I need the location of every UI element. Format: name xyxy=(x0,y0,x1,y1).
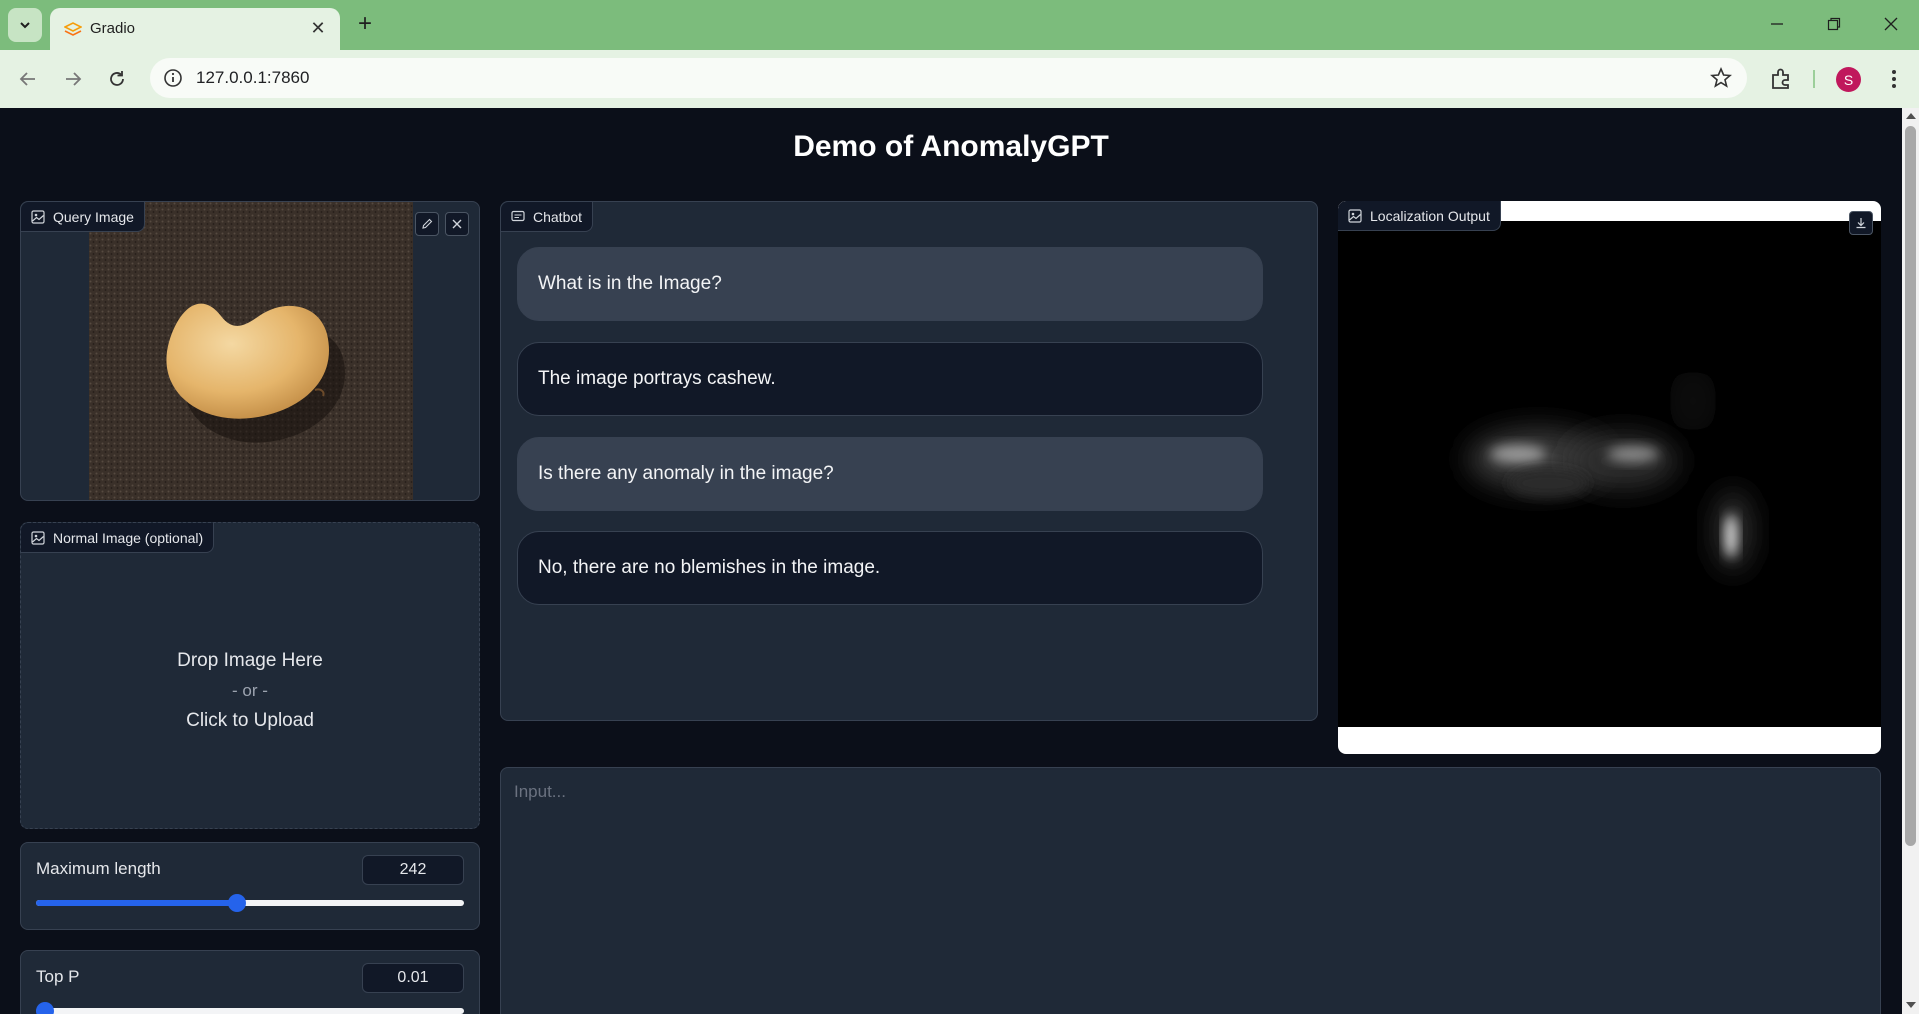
query-image-label: Query Image xyxy=(21,202,145,232)
message-input[interactable] xyxy=(501,768,1880,1014)
pencil-icon xyxy=(422,218,433,229)
slider-handle[interactable] xyxy=(35,1002,54,1014)
or-text: - or - xyxy=(232,680,268,700)
gradio-app: Demo of AnomalyGPT Query Image Normal Im… xyxy=(0,108,1902,1014)
normal-image-label-text: Normal Image (optional) xyxy=(53,529,204,546)
user-message: Is there any anomaly in the image? xyxy=(517,437,1263,511)
message-input-box[interactable] xyxy=(500,767,1881,1014)
minimize-button[interactable] xyxy=(1765,12,1789,36)
max-length-slider[interactable] xyxy=(36,894,464,912)
slider-fill xyxy=(36,900,238,906)
arrow-left-icon xyxy=(19,72,35,86)
chevron-down-icon xyxy=(20,22,30,29)
max-length-input[interactable]: 242 xyxy=(362,855,464,885)
top-p-slider-block: Top P 0.01 xyxy=(20,950,480,1014)
minimize-icon xyxy=(1771,23,1783,25)
gradio-logo-icon xyxy=(64,22,82,36)
top-p-input[interactable]: 0.01 xyxy=(362,963,464,993)
browser-tab[interactable]: Gradio ✕ xyxy=(50,8,340,50)
new-tab-button[interactable]: + xyxy=(352,12,378,38)
restore-icon xyxy=(1827,17,1841,31)
page-title: Demo of AnomalyGPT xyxy=(793,130,1109,163)
slider-handle[interactable] xyxy=(228,894,247,912)
close-icon xyxy=(1884,17,1898,31)
cashew-photo xyxy=(89,202,413,500)
restore-button[interactable] xyxy=(1822,12,1846,36)
download-icon xyxy=(1856,218,1866,229)
scroll-up-arrow[interactable] xyxy=(1906,113,1916,119)
normal-image-block[interactable]: Normal Image (optional) Drop Image Here … xyxy=(20,522,480,829)
page-scrollbar[interactable] xyxy=(1902,108,1919,1014)
localization-output-label: Localization Output xyxy=(1338,201,1501,231)
star-icon[interactable] xyxy=(1709,66,1733,90)
close-window-button[interactable] xyxy=(1879,12,1903,36)
download-button[interactable] xyxy=(1849,211,1873,235)
toolbar-separator xyxy=(1813,70,1815,88)
scrollbar-thumb[interactable] xyxy=(1905,126,1916,846)
heatmap xyxy=(1338,221,1881,727)
localization-output-block: Localization Output xyxy=(1338,201,1881,754)
extensions-icon[interactable] xyxy=(1768,66,1794,92)
top-p-slider[interactable] xyxy=(35,1002,464,1014)
drop-text: Drop Image Here xyxy=(177,649,323,671)
bot-message: The image portrays cashew. xyxy=(517,342,1263,416)
tab-close-button[interactable]: ✕ xyxy=(308,18,328,38)
image-icon xyxy=(31,531,45,545)
reload-button[interactable] xyxy=(104,66,130,92)
scroll-down-arrow[interactable] xyxy=(1906,1002,1916,1008)
address-bar[interactable]: 127.0.0.1:7860 xyxy=(150,58,1747,98)
browser-tab-bar: Gradio ✕ + xyxy=(0,0,1919,50)
image-icon xyxy=(31,210,45,224)
chatbot-block: Chatbot What is in the Image? The image … xyxy=(500,201,1318,721)
tab-search-button[interactable] xyxy=(8,8,42,42)
info-icon[interactable] xyxy=(162,67,184,89)
chatbot-label-text: Chatbot xyxy=(533,208,583,225)
click-upload-text: Click to Upload xyxy=(186,709,314,731)
anomaly-heatmap-image xyxy=(1338,221,1881,727)
localization-label-text: Localization Output xyxy=(1370,207,1490,224)
chatbot-label: Chatbot xyxy=(501,202,594,232)
image-upload-dropzone[interactable]: Drop Image Here - or - Click to Upload xyxy=(21,553,479,828)
arrow-right-icon xyxy=(66,72,82,86)
user-message: What is in the Image? xyxy=(517,247,1263,321)
forward-button[interactable] xyxy=(60,66,86,92)
max-length-label: Maximum length xyxy=(36,859,161,878)
normal-image-label: Normal Image (optional) xyxy=(21,523,215,553)
cashew-image xyxy=(89,202,413,500)
chat-messages: What is in the Image? The image portrays… xyxy=(501,202,1317,720)
profile-avatar[interactable]: S xyxy=(1836,67,1861,92)
bot-message: No, there are no blemishes in the image. xyxy=(517,531,1263,605)
close-icon xyxy=(452,219,462,229)
query-image-label-text: Query Image xyxy=(53,208,134,225)
max-length-slider-block: Maximum length 242 xyxy=(20,842,480,930)
reload-icon xyxy=(110,71,124,86)
query-image-block[interactable]: Query Image xyxy=(20,201,480,501)
browser-toolbar: 127.0.0.1:7860 xyxy=(0,50,1919,108)
edit-image-button[interactable] xyxy=(415,212,439,236)
top-p-label: Top P xyxy=(36,967,80,986)
browser-menu-button[interactable] xyxy=(1882,66,1906,92)
tab-title: Gradio xyxy=(90,20,136,37)
image-icon xyxy=(1348,209,1362,223)
clear-image-button[interactable] xyxy=(445,212,469,236)
url-text: 127.0.0.1:7860 xyxy=(196,68,310,87)
back-button[interactable] xyxy=(15,66,41,92)
chat-icon xyxy=(511,210,525,222)
